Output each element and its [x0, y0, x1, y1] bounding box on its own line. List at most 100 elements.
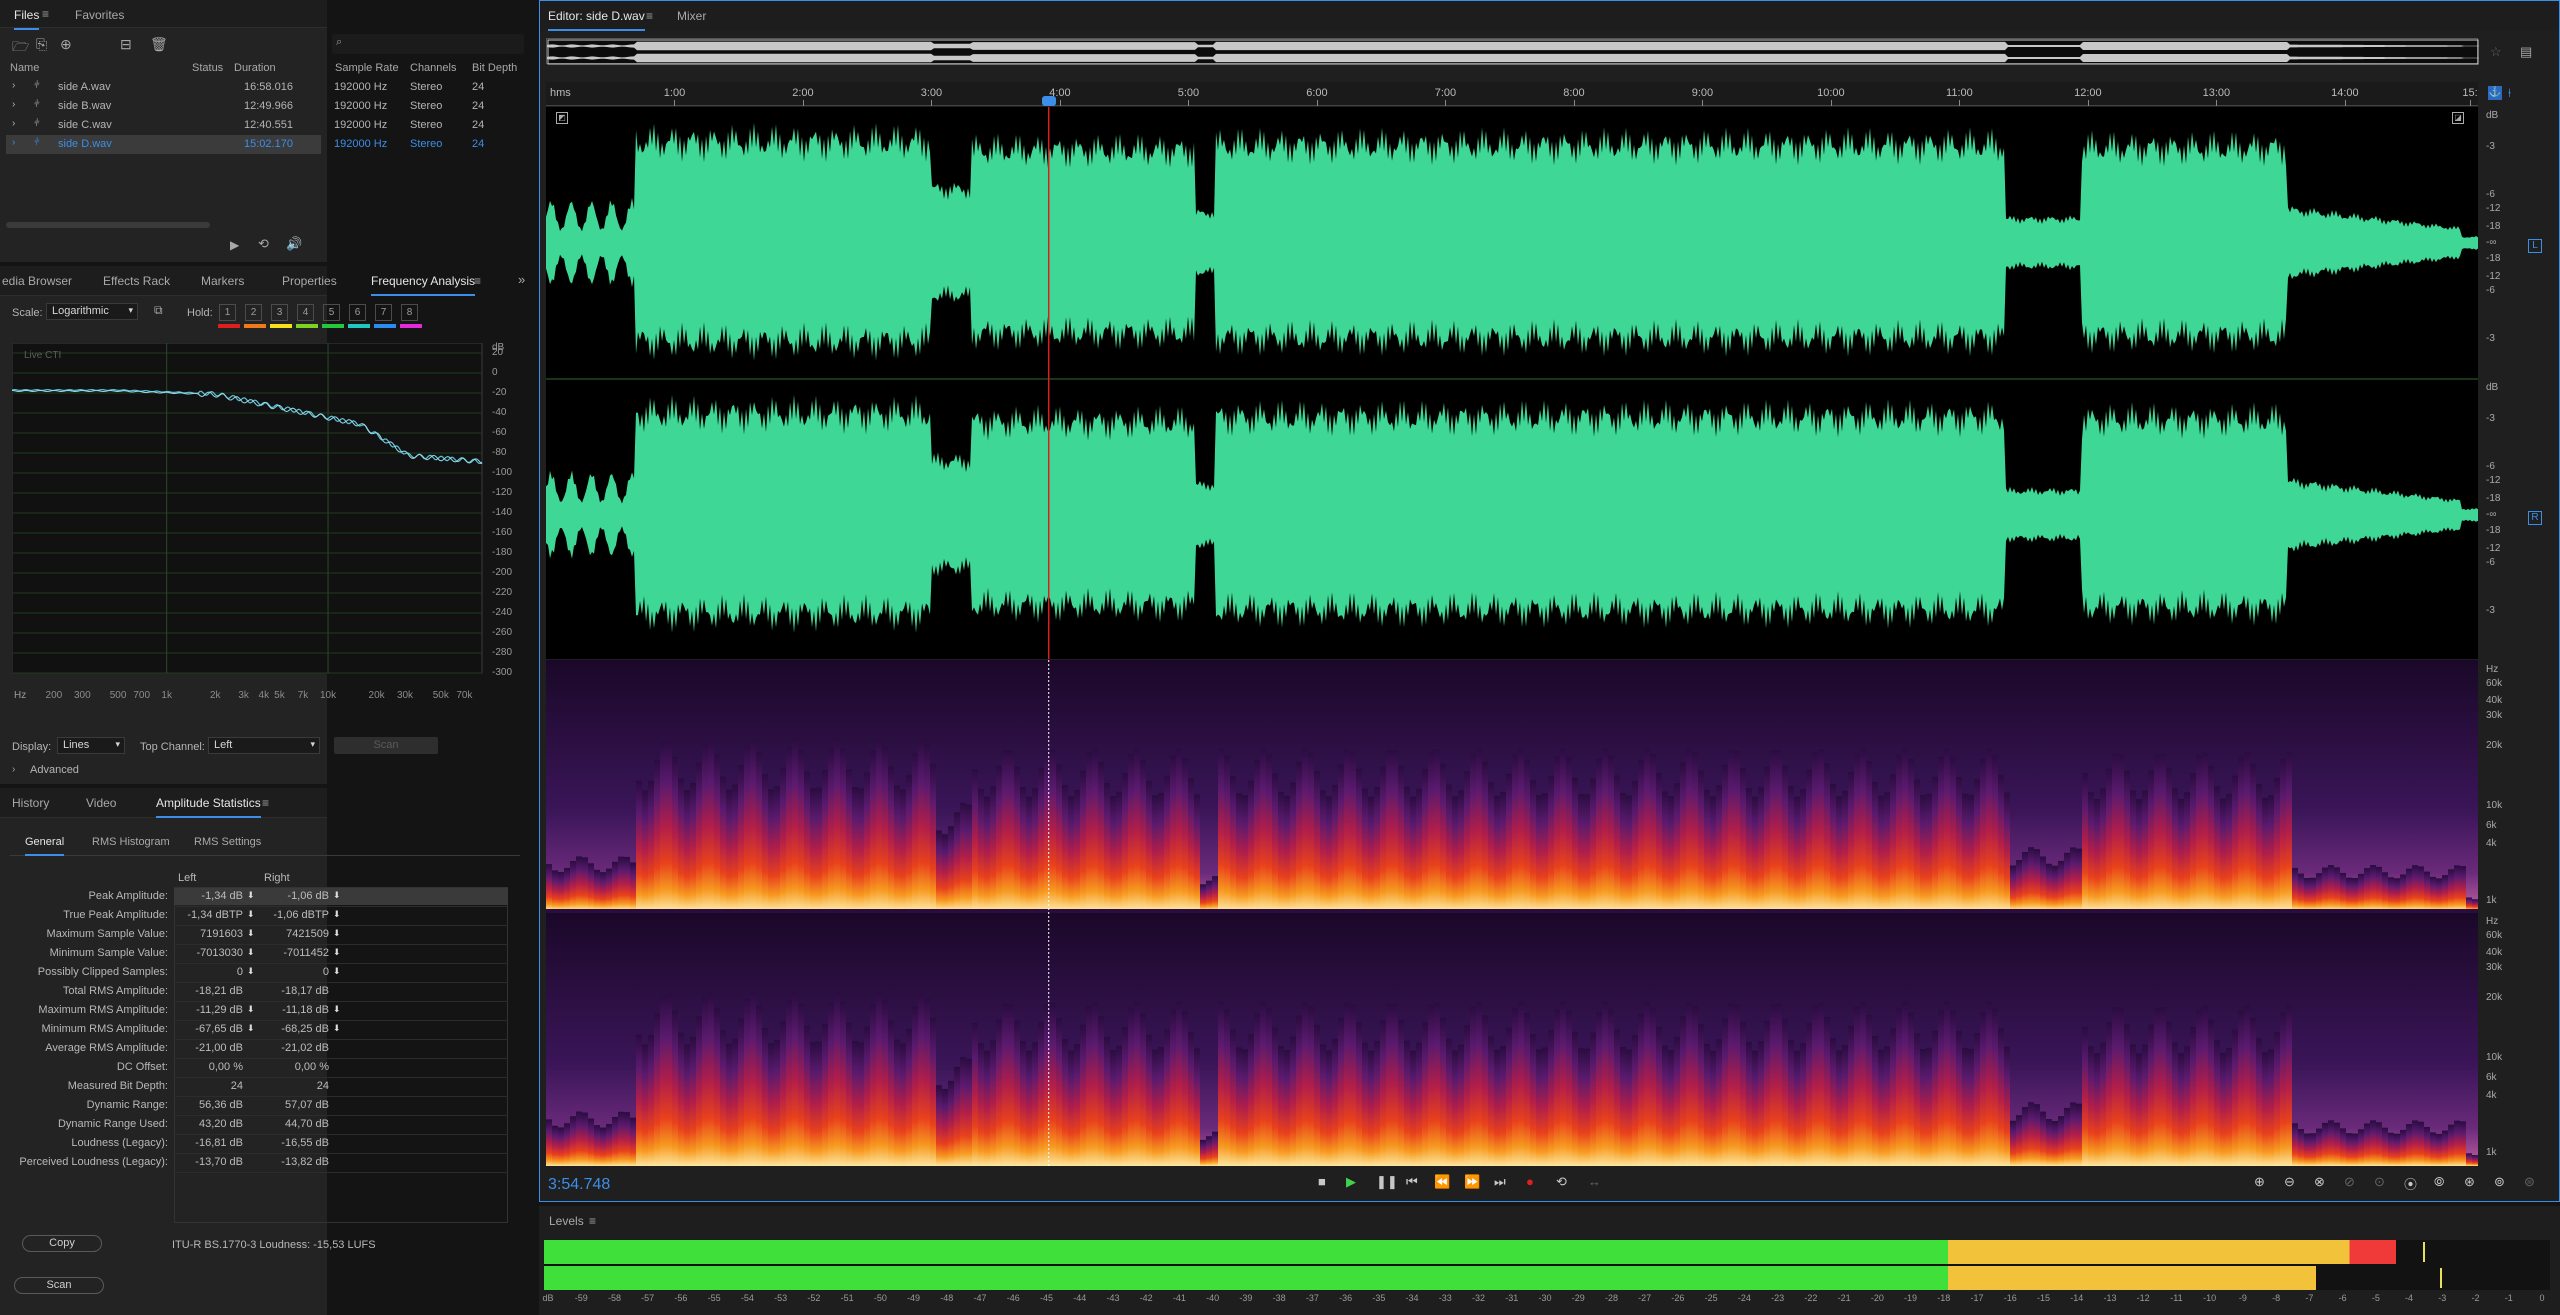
- col-bit-depth[interactable]: Bit Depth: [472, 62, 517, 74]
- skip-end-icon[interactable]: ⏭: [1494, 1174, 1506, 1190]
- col-channels[interactable]: Channels: [410, 62, 456, 74]
- marker-icon[interactable]: ⬇: [333, 947, 341, 958]
- zoom-star-icon[interactable]: ☆: [2490, 44, 2502, 60]
- new-file-icon[interactable]: ⊕: [60, 36, 72, 53]
- loop-icon[interactable]: ⟲: [258, 236, 269, 252]
- zoom-in-amp-icon[interactable]: ⊕: [2254, 1174, 2265, 1190]
- advanced-toggle[interactable]: Advanced: [30, 764, 79, 776]
- subtab-rms-settings[interactable]: RMS Settings: [194, 836, 261, 848]
- marker-icon[interactable]: ⬇: [247, 1023, 255, 1034]
- import-icon[interactable]: ⎘: [36, 36, 47, 53]
- trash-icon[interactable]: 🗑: [150, 36, 168, 53]
- zoom-in-icon[interactable]: ⊙: [2374, 1174, 2385, 1190]
- skip-start-icon[interactable]: ⏮: [1406, 1174, 1418, 1190]
- hold-button[interactable]: 4: [297, 304, 314, 321]
- files-scrollbar[interactable]: [6, 222, 210, 228]
- tab-markers[interactable]: Markers: [201, 274, 244, 288]
- hold-button[interactable]: 8: [401, 304, 418, 321]
- display-select[interactable]: Lines ▾: [57, 737, 125, 754]
- marker-icon[interactable]: ⬇: [333, 909, 341, 920]
- marker-icon[interactable]: ⬇: [333, 1023, 341, 1034]
- file-row[interactable]: › ⫩ side B.wav 12:49.966 192000 Hz Stereo 24: [6, 97, 484, 116]
- zoom-corner-icon[interactable]: ◪: [2452, 112, 2464, 124]
- zoom-out-time-icon[interactable]: ⦾: [2434, 1174, 2444, 1190]
- file-row[interactable]: › ⫩ side C.wav 12:40.551 192000 Hz Stereo 24: [6, 116, 484, 135]
- scale-select[interactable]: Logarithmic ▾: [46, 303, 138, 320]
- menu-icon[interactable]: ≡: [262, 796, 269, 810]
- file-row[interactable]: › ⫩ side D.wav 15:02.170 192000 Hz Stereo 24: [6, 135, 484, 154]
- rewind-icon[interactable]: ⏪: [1434, 1174, 1450, 1190]
- play-icon[interactable]: ▶: [1346, 1174, 1356, 1190]
- autoplay-icon[interactable]: 🔊: [286, 236, 302, 252]
- open-folder-icon[interactable]: 🗁: [12, 36, 29, 60]
- search-field[interactable]: ⌕: [332, 34, 524, 54]
- col-status[interactable]: Status: [192, 62, 223, 74]
- col-sample-rate[interactable]: Sample Rate: [335, 62, 399, 74]
- hold-button[interactable]: 7: [375, 304, 392, 321]
- zoom-hand-icon[interactable]: ⊜: [2524, 1174, 2535, 1190]
- zoom-in-time-icon[interactable]: ⦿: [2404, 1174, 2417, 1193]
- hold-button[interactable]: 1: [219, 304, 236, 321]
- chevron-right-icon[interactable]: ›: [12, 118, 15, 129]
- amp-scan-button[interactable]: Scan: [14, 1277, 104, 1294]
- zoom-reset-icon[interactable]: ⊚: [2494, 1174, 2505, 1190]
- spectral-view[interactable]: [546, 660, 2478, 1166]
- zoom-fit-icon[interactable]: ⊗: [2314, 1174, 2325, 1190]
- chevron-right-icon[interactable]: ›: [12, 99, 15, 110]
- marker-icon[interactable]: ⬇: [247, 909, 255, 920]
- panel-toggle-icon[interactable]: ▤: [2520, 44, 2532, 60]
- tab-video[interactable]: Video: [86, 796, 116, 810]
- marker-icon[interactable]: ⬇: [333, 890, 341, 901]
- tab-levels[interactable]: Levels: [549, 1214, 584, 1228]
- menu-icon[interactable]: ≡: [646, 9, 653, 23]
- zoom-out-amp-icon[interactable]: ⊖: [2284, 1174, 2295, 1190]
- insert-icon[interactable]: ⊟: [120, 36, 132, 53]
- current-time-display[interactable]: 3:54.748: [548, 1176, 610, 1194]
- col-name[interactable]: Name: [10, 62, 39, 74]
- menu-icon[interactable]: ≡: [42, 7, 49, 21]
- subtab-rms-histogram[interactable]: RMS Histogram: [92, 836, 170, 848]
- freq-scan-button[interactable]: Scan: [334, 737, 438, 754]
- copy-button[interactable]: Copy: [22, 1235, 102, 1252]
- tab-mixer[interactable]: Mixer: [677, 9, 706, 23]
- play-icon[interactable]: ▶: [230, 238, 239, 252]
- pin-icon[interactable]: ⚓: [2488, 86, 2502, 100]
- hold-button[interactable]: 3: [271, 304, 288, 321]
- marker-icon[interactable]: ⬇: [333, 1004, 341, 1015]
- subtab-general[interactable]: General: [25, 836, 65, 856]
- marker-icon[interactable]: ⍿: [2508, 86, 2511, 101]
- pause-icon[interactable]: ❚❚: [1376, 1174, 1398, 1190]
- overview-strip[interactable]: [546, 38, 2479, 65]
- menu-icon[interactable]: ≡: [474, 274, 481, 288]
- record-icon[interactable]: ●: [1526, 1174, 1534, 1189]
- time-ruler[interactable]: [546, 82, 2478, 106]
- hold-button[interactable]: 6: [349, 304, 366, 321]
- marker-icon[interactable]: ⬇: [247, 947, 255, 958]
- tab-files[interactable]: Files: [14, 8, 40, 30]
- tab-properties[interactable]: Properties: [282, 274, 337, 288]
- advanced-settings-icon[interactable]: ⧉: [154, 303, 163, 318]
- tab-favorites[interactable]: Favorites: [75, 8, 124, 22]
- marker-icon[interactable]: ⬇: [247, 1004, 255, 1015]
- zoom-out-full-icon[interactable]: ⊛: [2464, 1174, 2475, 1190]
- marker-icon[interactable]: ⬇: [247, 890, 255, 901]
- chevron-right-icon[interactable]: ›: [12, 137, 15, 148]
- waveform-view[interactable]: [546, 107, 2478, 659]
- zoom-selection-icon[interactable]: ⊘: [2344, 1174, 2355, 1190]
- col-duration[interactable]: Duration: [234, 62, 276, 74]
- marker-icon[interactable]: ⬇: [333, 928, 341, 939]
- chevron-right-icon[interactable]: »: [518, 272, 525, 287]
- chevron-right-icon[interactable]: ›: [12, 764, 15, 775]
- hold-button[interactable]: 2: [245, 304, 262, 321]
- marker-icon[interactable]: ⬇: [333, 966, 341, 977]
- menu-icon[interactable]: ≡: [589, 1214, 596, 1228]
- loop-icon[interactable]: ⟲: [1556, 1174, 1567, 1190]
- marker-icon[interactable]: ⬇: [247, 966, 255, 977]
- channel-left-badge[interactable]: L: [2528, 239, 2542, 253]
- stop-icon[interactable]: ■: [1318, 1174, 1326, 1189]
- fast-forward-icon[interactable]: ⏩: [1464, 1174, 1480, 1190]
- file-row[interactable]: › ⫩ side A.wav 16:58.016 192000 Hz Stereo 24: [6, 78, 484, 97]
- chevron-right-icon[interactable]: ›: [12, 80, 15, 91]
- skip-silence-icon[interactable]: ↔: [1588, 1174, 1601, 1189]
- top-channel-select[interactable]: Left ▾: [208, 737, 320, 754]
